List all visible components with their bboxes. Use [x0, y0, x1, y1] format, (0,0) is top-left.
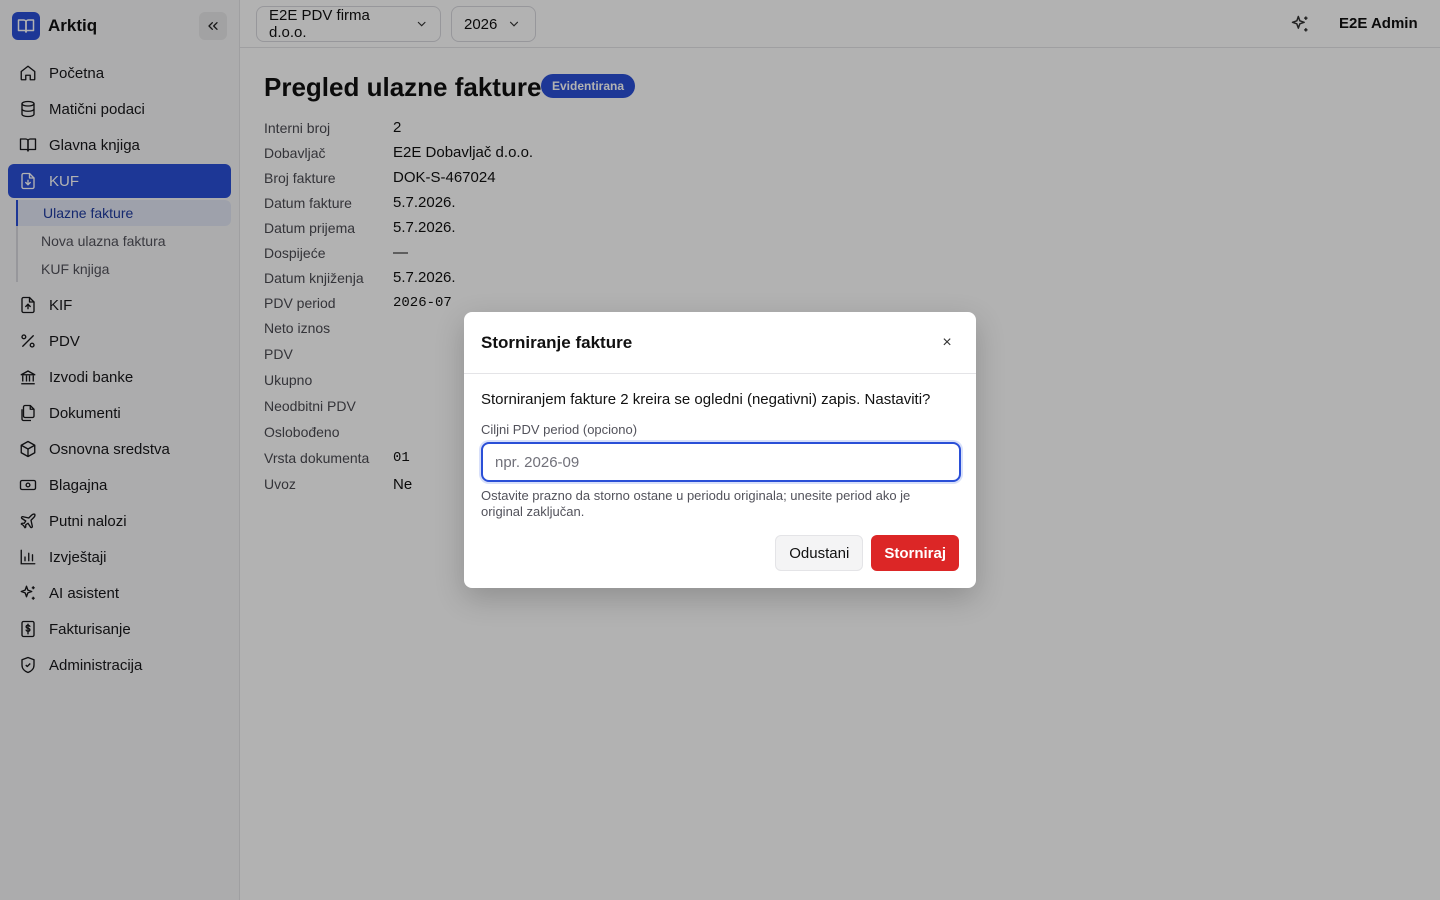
close-icon[interactable]: × [940, 334, 954, 351]
dialog-title: Storniranje fakture [481, 332, 633, 352]
field-hint: Ostavite prazno da storno ostane u perio… [481, 488, 911, 519]
storno-button[interactable]: Storniraj [871, 535, 959, 571]
target-period-label: Ciljni PDV period (opciono) [481, 422, 638, 437]
storno-dialog: Storniranje fakture × Storniranjem faktu… [464, 312, 976, 588]
cancel-button[interactable]: Odustani [775, 535, 864, 571]
dialog-header: Storniranje fakture [464, 312, 976, 374]
dialog-message: Storniranjem fakture 2 kreira se ogledni… [481, 391, 931, 408]
dialog-body: Storniranjem fakture 2 kreira se ogledni… [464, 374, 976, 520]
dialog-actions: Odustani Storniraj [775, 535, 959, 571]
target-period-input[interactable] [481, 442, 961, 482]
